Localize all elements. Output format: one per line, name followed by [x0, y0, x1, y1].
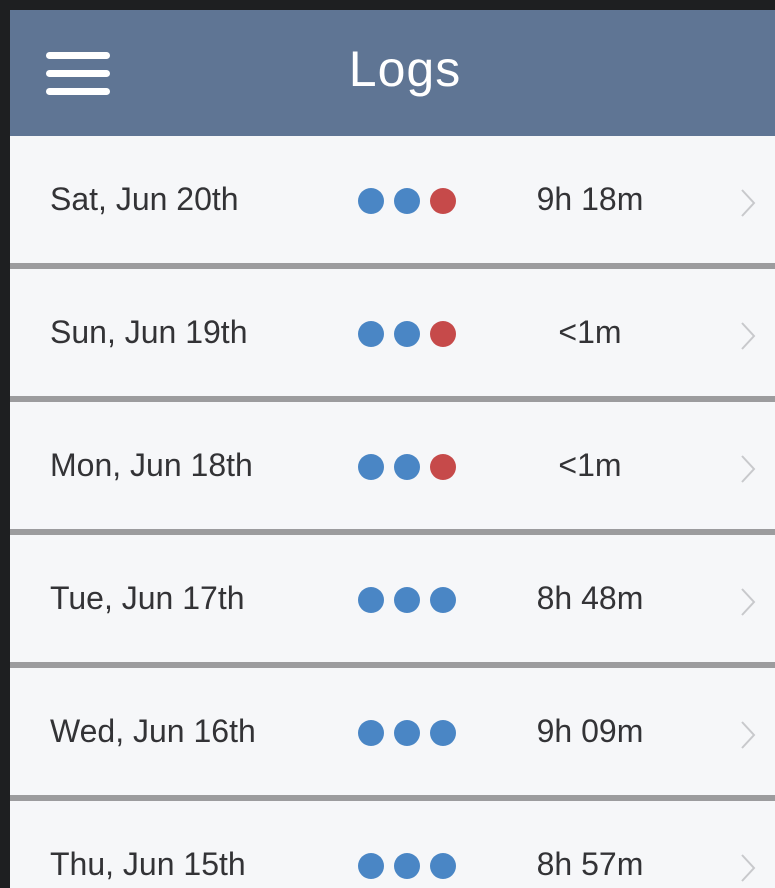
log-duration: 9h 09m: [536, 713, 644, 749]
status-dot-blue: [394, 587, 420, 613]
log-row[interactable]: Sun, Jun 19th <1m: [10, 269, 775, 402]
log-date: Thu, Jun 15th: [50, 846, 246, 882]
log-duration: 8h 48m: [536, 580, 644, 616]
status-dot-blue: [394, 720, 420, 746]
status-dot-blue: [394, 188, 420, 214]
status-dots: [358, 454, 466, 480]
page-title: Logs: [348, 41, 462, 97]
log-date: Wed, Jun 16th: [50, 713, 256, 749]
log-date: Sun, Jun 19th: [50, 314, 248, 350]
log-duration: 8h 57m: [536, 846, 644, 882]
status-dot-blue: [358, 454, 384, 480]
status-dot-red: [430, 321, 456, 347]
logs-list: Sat, Jun 20th 9h 18m Sun, Jun 19th <1m M…: [10, 136, 775, 888]
status-dot-blue: [430, 853, 456, 879]
log-duration: 9h 18m: [536, 181, 644, 217]
log-date: Tue, Jun 17th: [50, 580, 245, 616]
chevron-right-icon: [741, 322, 756, 350]
header-bar: Logs: [10, 10, 775, 136]
status-dot-blue: [358, 188, 384, 214]
status-dots: [358, 188, 466, 214]
status-dot-blue: [358, 321, 384, 347]
log-row[interactable]: Tue, Jun 17th 8h 48m: [10, 535, 775, 668]
status-dot-blue: [430, 587, 456, 613]
status-dot-blue: [394, 853, 420, 879]
status-dot-blue: [358, 720, 384, 746]
chevron-right-icon: [741, 854, 756, 882]
chevron-right-icon: [741, 455, 756, 483]
status-dot-blue: [394, 454, 420, 480]
status-dots: [358, 853, 466, 879]
chevron-right-icon: [741, 588, 756, 616]
logs-screen: Logs Sat, Jun 20th 9h 18m Sun, Jun 19th …: [10, 10, 775, 888]
log-duration: <1m: [558, 314, 622, 350]
chevron-right-icon: [741, 721, 756, 749]
log-date: Mon, Jun 18th: [50, 447, 253, 483]
log-date: Sat, Jun 20th: [50, 181, 239, 217]
log-duration: <1m: [558, 447, 622, 483]
status-dots: [358, 720, 466, 746]
status-dot-blue: [358, 587, 384, 613]
status-dot-red: [430, 188, 456, 214]
status-dots: [358, 321, 466, 347]
status-dots: [358, 587, 466, 613]
status-dot-blue: [430, 720, 456, 746]
log-row[interactable]: Wed, Jun 16th 9h 09m: [10, 668, 775, 801]
status-dot-blue: [394, 321, 420, 347]
log-row[interactable]: Mon, Jun 18th <1m: [10, 402, 775, 535]
chevron-right-icon: [741, 189, 756, 217]
status-dot-blue: [358, 853, 384, 879]
log-row[interactable]: Sat, Jun 20th 9h 18m: [10, 136, 775, 269]
status-dot-red: [430, 454, 456, 480]
log-row[interactable]: Thu, Jun 15th 8h 57m: [10, 801, 775, 888]
